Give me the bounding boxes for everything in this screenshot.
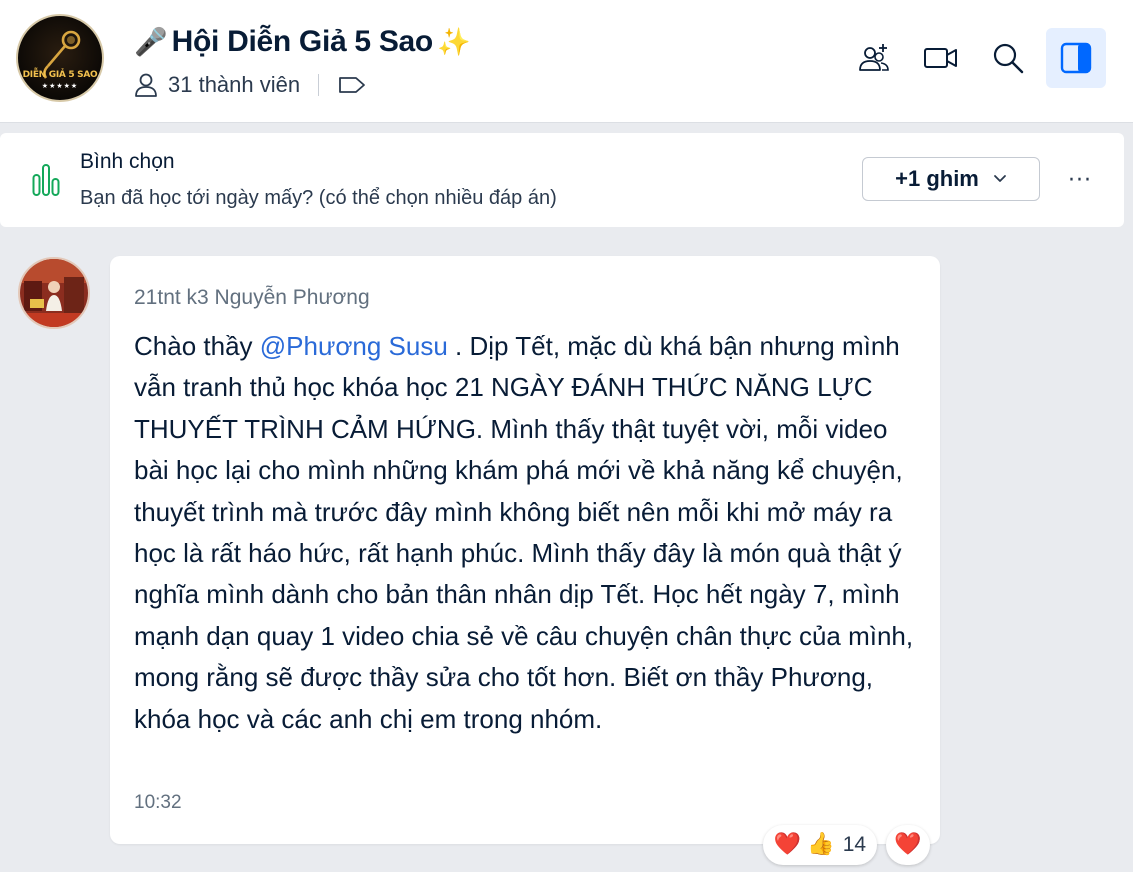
- poll-chart-icon: [32, 164, 60, 196]
- chevron-down-icon: [993, 175, 1006, 182]
- message-text: Chào thầy @Phương Susu . Dịp Tết, mặc dù…: [134, 326, 924, 740]
- search-button[interactable]: [978, 28, 1038, 88]
- person-icon: [135, 73, 157, 97]
- pinned-poll-title: Bình chọn: [80, 150, 175, 173]
- more-options-icon: ···: [1068, 167, 1092, 193]
- more-pins-label: +1 ghim: [895, 166, 979, 191]
- member-count[interactable]: 31 thành viên: [168, 72, 300, 98]
- sender-avatar[interactable]: [18, 257, 90, 329]
- avatar-logo-stars: ★★★★★: [41, 82, 79, 90]
- reaction-count: 14: [842, 833, 867, 856]
- add-member-icon: [859, 44, 889, 71]
- thumbs-up-reaction-icon: 👍: [807, 832, 835, 857]
- video-call-icon: [924, 48, 957, 68]
- heart-icon: ❤️: [894, 832, 922, 857]
- chat-header: DIỄN GIẢ 5 SAO ★★★★★ 🎤 Hội Diễn Giả 5 Sa…: [0, 0, 1133, 123]
- microphone-emoji-icon: 🎤: [134, 26, 168, 58]
- message-time: 10:32: [134, 792, 182, 813]
- react-button[interactable]: ❤️: [886, 825, 930, 865]
- add-member-button[interactable]: [844, 28, 904, 88]
- group-title-row: 🎤 Hội Diễn Giả 5 Sao ✨: [134, 22, 471, 62]
- sparkles-emoji-icon: ✨: [436, 26, 471, 58]
- pin-options-button[interactable]: ···: [1062, 166, 1098, 194]
- more-pins-button[interactable]: +1 ghim: [862, 157, 1040, 201]
- search-icon: [993, 43, 1024, 74]
- message-greeting: Chào thầy: [134, 331, 260, 361]
- meta-divider: [318, 74, 320, 96]
- avatar-logo-text: DIỄN GIẢ 5 SAO: [22, 70, 98, 80]
- group-meta: 31 thành viên: [132, 70, 367, 100]
- sidebar-toggle-icon: [1060, 42, 1092, 74]
- video-call-button[interactable]: [911, 28, 971, 88]
- mention-link[interactable]: @Phương Susu: [260, 331, 448, 361]
- message-body: . Dịp Tết, mặc dù khá bận nhưng mình vẫn…: [134, 331, 914, 734]
- reactions-summary[interactable]: ❤️ 👍 14: [763, 825, 877, 865]
- sender-photo-icon: [20, 259, 88, 327]
- heart-reaction-icon: ❤️: [773, 832, 802, 857]
- group-title[interactable]: Hội Diễn Giả 5 Sao: [172, 25, 434, 59]
- sidebar-toggle-button[interactable]: [1046, 28, 1106, 88]
- pinned-poll-question[interactable]: Bạn đã học tới ngày mấy? (có thể chọn nh…: [80, 187, 557, 210]
- sender-name[interactable]: 21tnt k3 Nguyễn Phương: [134, 286, 370, 310]
- tag-icon[interactable]: [337, 73, 367, 97]
- group-avatar[interactable]: DIỄN GIẢ 5 SAO ★★★★★: [16, 14, 104, 102]
